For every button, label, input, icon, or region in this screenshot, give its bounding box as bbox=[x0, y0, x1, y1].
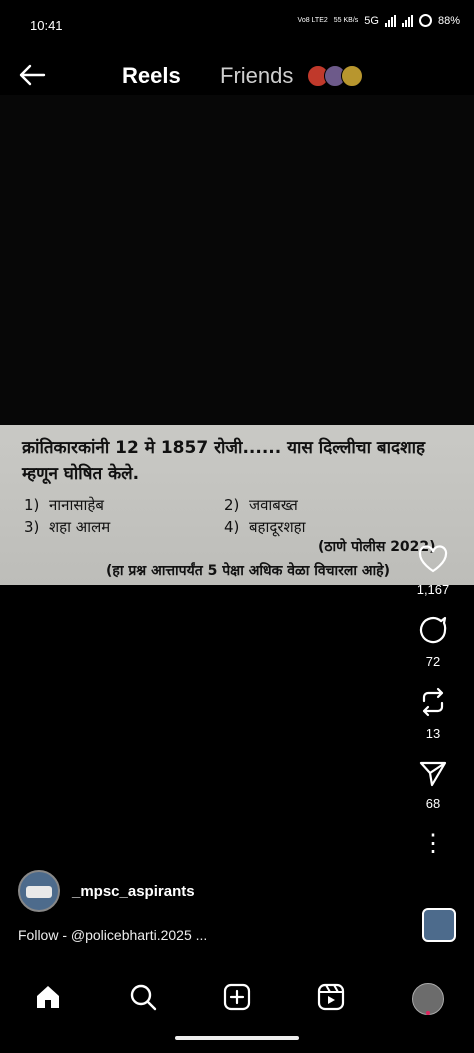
signal-2-icon bbox=[401, 14, 413, 27]
comment-icon bbox=[418, 616, 448, 649]
more-icon[interactable]: ⋮ bbox=[406, 832, 460, 856]
share-button[interactable]: 68 bbox=[406, 759, 460, 811]
tab-reels[interactable]: Reels bbox=[122, 63, 181, 89]
nav-search[interactable] bbox=[125, 981, 161, 1017]
author-row[interactable]: _mpsc_aspirants bbox=[18, 870, 195, 912]
friend-avatar bbox=[341, 65, 363, 87]
option-number: 3) bbox=[24, 518, 40, 536]
status-time: 10:41 bbox=[30, 18, 63, 33]
repost-icon bbox=[418, 687, 448, 721]
nav-profile[interactable] bbox=[410, 981, 446, 1017]
note-text: (हा प्रश्न आत्तापर्यंत 5 पेक्षा अधिक वेळ… bbox=[106, 563, 390, 579]
option-text: बहादूरशहा bbox=[248, 518, 306, 536]
network-label: 5G bbox=[364, 14, 379, 27]
top-nav: Reels Friends bbox=[0, 55, 474, 95]
username[interactable]: _mpsc_aspirants bbox=[72, 883, 195, 900]
repost-count: 13 bbox=[425, 726, 441, 741]
like-button[interactable]: 1,167 bbox=[406, 545, 460, 597]
option-text: शहा आलम bbox=[48, 518, 111, 536]
battery-icon bbox=[418, 14, 432, 27]
network-speed: 55 KB/s bbox=[333, 16, 359, 24]
signal-icon bbox=[384, 14, 396, 27]
status-icons: Vo8 LTE2 55 KB/s 5G 88% bbox=[298, 14, 460, 27]
reels-icon bbox=[317, 983, 345, 1016]
option-number: 4) bbox=[224, 518, 240, 536]
create-icon bbox=[223, 983, 251, 1016]
option-text: जवाबख्त bbox=[248, 496, 298, 514]
nav-home[interactable] bbox=[30, 981, 66, 1017]
repost-button[interactable]: 13 bbox=[406, 687, 460, 741]
like-count: 1,167 bbox=[416, 582, 450, 597]
search-icon bbox=[129, 983, 157, 1016]
reel-post-image: क्रांतिकारकांनी 12 मे 1857 रोजी...... या… bbox=[0, 425, 474, 585]
battery-level: 88% bbox=[437, 14, 460, 27]
nav-create[interactable] bbox=[219, 981, 255, 1017]
friend-avatars[interactable] bbox=[307, 65, 363, 87]
video-area[interactable] bbox=[0, 95, 474, 425]
notification-dot bbox=[426, 1011, 430, 1015]
audio-thumbnail[interactable] bbox=[422, 908, 456, 942]
home-icon bbox=[34, 983, 62, 1016]
action-column: 1,167 72 13 68 ⋮ bbox=[406, 545, 460, 867]
option-2: 2) जवाबख्त bbox=[224, 495, 298, 515]
comment-button[interactable]: 72 bbox=[406, 615, 460, 669]
network-type: Vo8 LTE2 bbox=[297, 16, 328, 24]
option-3: 3) शहा आलम bbox=[24, 517, 110, 537]
option-4: 4) बहादूरशहा bbox=[224, 517, 306, 537]
question-text: क्रांतिकारकांनी 12 मे 1857 रोजी...... या… bbox=[22, 438, 426, 484]
home-indicator[interactable] bbox=[175, 1036, 299, 1040]
caption[interactable]: Follow - @policebharti.2025 ... bbox=[18, 927, 207, 943]
comment-count: 72 bbox=[425, 654, 441, 669]
option-number: 1) bbox=[24, 496, 40, 514]
avatar[interactable] bbox=[18, 870, 60, 912]
share-icon bbox=[418, 761, 448, 791]
option-1: 1) नानासाहेब bbox=[24, 495, 104, 515]
heart-icon bbox=[418, 545, 448, 577]
nav-reels[interactable] bbox=[313, 981, 349, 1017]
status-bar: 10:41 Vo8 LTE2 55 KB/s 5G 88% bbox=[0, 0, 474, 50]
share-count: 68 bbox=[425, 796, 441, 811]
tab-friends[interactable]: Friends bbox=[220, 63, 293, 89]
option-number: 2) bbox=[224, 496, 240, 514]
back-arrow-icon[interactable] bbox=[18, 63, 46, 92]
option-text: नानासाहेब bbox=[48, 496, 104, 514]
